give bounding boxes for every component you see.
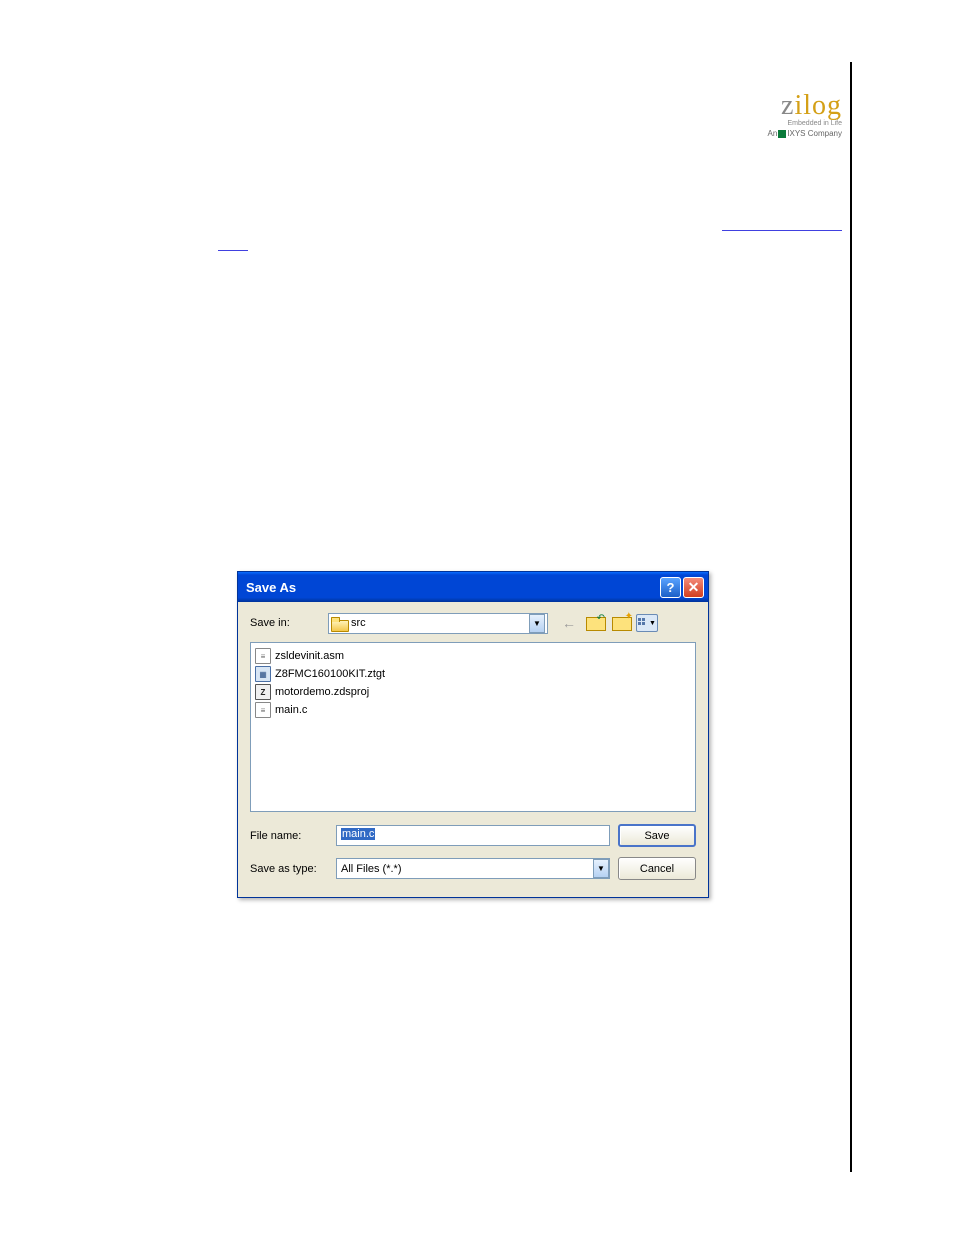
file-name-input[interactable]: main.c [336, 825, 610, 846]
file-list[interactable]: ≡ zsldevinit.asm ▦ Z8FMC160100KIT.ztgt Z… [250, 642, 696, 812]
chevron-down-icon[interactable]: ▼ [529, 614, 545, 633]
toolbar-icons: ← ▼ [558, 612, 658, 634]
logo-tagline-2: An IXYS Company [722, 129, 842, 138]
save-in-label: Save in: [250, 617, 328, 629]
file-name: motordemo.zdsproj [275, 686, 369, 698]
logo-tagline-2-prefix: An [767, 129, 777, 138]
up-one-level-button[interactable] [584, 612, 606, 634]
new-folder-button[interactable] [610, 612, 632, 634]
save-as-type-label: Save as type: [250, 863, 328, 875]
body-link-underline [218, 250, 248, 251]
back-button[interactable]: ← [558, 612, 580, 634]
back-arrow-icon: ← [562, 615, 576, 631]
views-button[interactable]: ▼ [636, 612, 658, 634]
logo-block: zilog Embedded in Life AnIXYS Company [722, 90, 842, 138]
list-item[interactable]: ≡ main.c [255, 701, 691, 719]
header-link-underline [722, 230, 842, 232]
file-icon: ≡ [255, 702, 271, 718]
file-icon: Z [255, 684, 271, 700]
logo-ilog: ilog [794, 90, 842, 121]
save-as-type-value: All Files (*.*) [337, 863, 593, 875]
ixys-icon [778, 130, 786, 138]
chevron-down-icon[interactable]: ▼ [593, 859, 609, 878]
folder-new-icon [612, 616, 630, 631]
close-button[interactable]: ✕ [683, 577, 704, 598]
list-item[interactable]: Z motordemo.zdsproj [255, 683, 691, 701]
logo-tagline-2-brand: IXYS [787, 129, 805, 138]
list-item[interactable]: ▦ Z8FMC160100KIT.ztgt [255, 665, 691, 683]
views-icon: ▼ [636, 614, 658, 632]
file-icon: ▦ [255, 666, 271, 682]
cancel-button[interactable]: Cancel [618, 857, 696, 880]
logo-z: z [781, 90, 794, 121]
save-in-combo[interactable]: src ▼ [328, 613, 548, 634]
bottom-controls: File name: main.c Save Save as type: All… [250, 824, 696, 880]
folder-open-icon [331, 617, 347, 630]
chevron-down-icon: ▼ [649, 620, 656, 627]
page-right-border [850, 62, 852, 1172]
file-name-label: File name: [250, 830, 328, 842]
logo-text: zilog [722, 90, 842, 122]
file-name-value: main.c [341, 828, 375, 840]
file-name: zsldevinit.asm [275, 650, 344, 662]
save-as-dialog: Save As ? ✕ Save in: src ▼ ← [237, 571, 709, 898]
save-in-row: Save in: src ▼ ← ▼ [250, 612, 696, 634]
save-in-value: src [351, 617, 529, 629]
file-name: Z8FMC160100KIT.ztgt [275, 668, 385, 680]
save-as-type-combo[interactable]: All Files (*.*) ▼ [336, 858, 610, 879]
dialog-title: Save As [246, 580, 658, 595]
help-button[interactable]: ? [660, 577, 681, 598]
titlebar[interactable]: Save As ? ✕ [238, 572, 708, 602]
dialog-body: Save in: src ▼ ← ▼ [238, 602, 708, 890]
file-name: main.c [275, 704, 307, 716]
file-icon: ≡ [255, 648, 271, 664]
save-button[interactable]: Save [618, 824, 696, 847]
list-item[interactable]: ≡ zsldevinit.asm [255, 647, 691, 665]
folder-up-icon [586, 616, 604, 631]
logo-tagline-2-suffix: Company [808, 129, 842, 138]
